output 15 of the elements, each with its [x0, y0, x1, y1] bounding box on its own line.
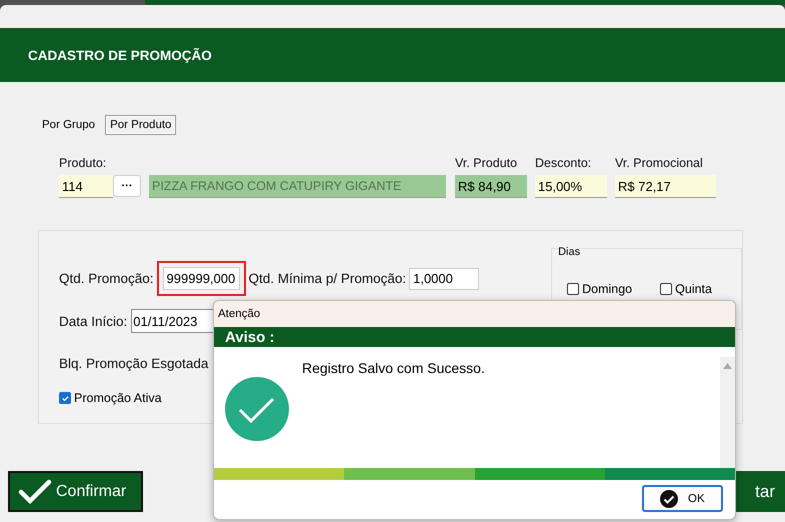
- field-label: Blq. Promoção Esgotada: [59, 356, 208, 371]
- checkbox-label: Promoção Ativa: [74, 391, 162, 405]
- dialog-heading: Aviso :: [225, 328, 274, 346]
- group-title: Dias: [558, 246, 580, 258]
- field-label: Produto:: [59, 156, 108, 170]
- field-label: Qtd. Mínima p/ Promoção:: [248, 271, 406, 286]
- field-label: Vr. Promocional: [615, 156, 704, 170]
- dialog-message: Registro Salvo com Sucesso.: [302, 360, 485, 376]
- field-label: Desconto:: [535, 156, 592, 170]
- field-label: Qtd. Promoção:: [59, 271, 154, 286]
- window-title: CADASTRO DE PROMOÇÃO: [28, 48, 212, 62]
- checkbox-label: Domingo: [582, 282, 632, 296]
- checkbox-label: Quinta: [675, 282, 712, 296]
- field-label: Data Início:: [59, 314, 128, 328]
- field-label: Vr. Produto: [455, 156, 518, 170]
